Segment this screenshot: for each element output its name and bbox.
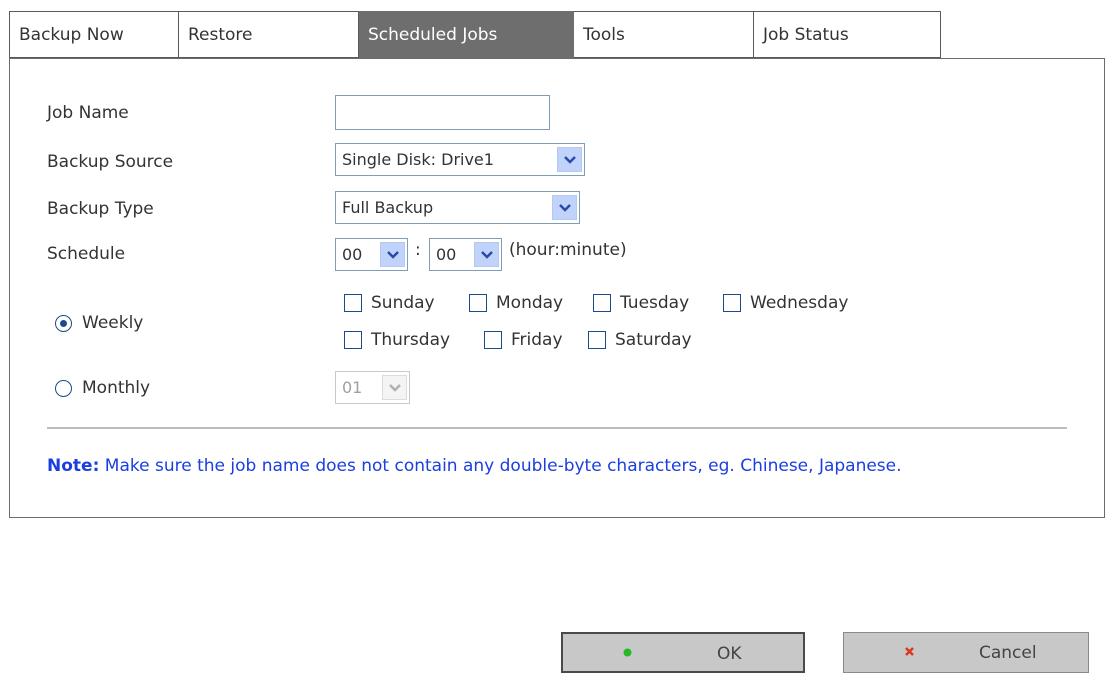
backup-source-select[interactable]: Single Disk: Drive1 [335, 143, 585, 176]
note-prefix: Note: [47, 456, 100, 476]
monthly-label: Monthly [82, 378, 151, 398]
minute-select[interactable]: 00 [429, 238, 502, 271]
cancel-button[interactable]: Cancel [843, 632, 1089, 673]
tab-restore[interactable]: Restore [179, 11, 359, 58]
checkbox-sunday[interactable]: Sunday [344, 293, 435, 313]
backup-type-label: Backup Type [47, 199, 154, 219]
monthly-radio[interactable]: Monthly [55, 378, 150, 398]
chevron-down-icon[interactable] [474, 242, 499, 267]
checkbox-box[interactable] [484, 331, 502, 349]
cancel-label: Cancel [979, 643, 1037, 663]
ok-button[interactable]: OK [561, 632, 805, 673]
monthly-day-value: 01 [342, 378, 363, 397]
job-name-label: Job Name [47, 103, 129, 123]
day-label: Saturday [615, 330, 692, 350]
section-divider [47, 427, 1067, 429]
tab-tools[interactable]: Tools [574, 11, 754, 58]
minute-value: 00 [436, 245, 457, 264]
checkbox-wednesday[interactable]: Wednesday [723, 293, 848, 313]
close-icon [904, 646, 915, 657]
checkbox-box[interactable] [593, 294, 611, 312]
day-label: Tuesday [620, 293, 690, 313]
tab-bar: Backup Now Restore Scheduled Jobs Tools … [9, 11, 941, 58]
checkbox-box[interactable] [723, 294, 741, 312]
tab-label: Restore [188, 24, 253, 45]
checkbox-thursday[interactable]: Thursday [344, 330, 450, 350]
chevron-down-icon[interactable] [380, 242, 405, 267]
time-separator: : [415, 240, 421, 260]
tab-scheduled-jobs[interactable]: Scheduled Jobs [359, 11, 574, 58]
tab-label: Backup Now [19, 24, 124, 45]
day-label: Monday [496, 293, 564, 313]
backup-source-label: Backup Source [47, 152, 174, 172]
backup-type-select[interactable]: Full Backup [335, 191, 580, 224]
day-label: Friday [511, 330, 563, 350]
scheduled-jobs-panel: Job Name Backup Source Single Disk: Driv… [9, 58, 1105, 518]
radio-circle[interactable] [55, 314, 72, 332]
hour-select[interactable]: 00 [335, 238, 408, 271]
checkbox-box[interactable] [344, 331, 362, 349]
backup-source-value: Single Disk: Drive1 [342, 150, 494, 169]
weekly-label: Weekly [82, 313, 144, 333]
tab-job-status[interactable]: Job Status [754, 11, 941, 58]
schedule-label: Schedule [47, 244, 126, 264]
tab-label: Scheduled Jobs [368, 24, 498, 45]
day-label: Sunday [371, 293, 435, 313]
backup-type-value: Full Backup [342, 198, 434, 217]
hour-value: 00 [342, 245, 363, 264]
green-dot-icon [623, 648, 632, 657]
day-label: Thursday [371, 330, 451, 350]
ok-label: OK [717, 644, 742, 664]
monthly-day-select: 01 [335, 371, 410, 404]
note-text: Note: Make sure the job name does not co… [47, 456, 902, 476]
checkbox-tuesday[interactable]: Tuesday [593, 293, 689, 313]
checkbox-box[interactable] [469, 294, 487, 312]
job-name-input[interactable] [335, 95, 550, 130]
day-label: Wednesday [750, 293, 849, 313]
radio-selected-dot [60, 319, 67, 327]
chevron-down-icon[interactable] [557, 147, 582, 172]
note-message: Make sure the job name does not contain … [104, 456, 902, 476]
tab-label: Job Status [763, 24, 849, 45]
checkbox-saturday[interactable]: Saturday [588, 330, 692, 350]
tab-backup-now[interactable]: Backup Now [9, 11, 179, 58]
checkbox-box[interactable] [588, 331, 606, 349]
checkbox-monday[interactable]: Monday [469, 293, 563, 313]
radio-circle[interactable] [55, 379, 72, 397]
chevron-down-icon [382, 375, 407, 400]
time-format-hint: (hour:minute) [509, 240, 627, 260]
checkbox-box[interactable] [344, 294, 362, 312]
checkbox-friday[interactable]: Friday [484, 330, 563, 350]
chevron-down-icon[interactable] [552, 195, 577, 220]
weekly-radio[interactable]: Weekly [55, 313, 143, 333]
tab-label: Tools [583, 24, 625, 45]
panel-top-border [10, 58, 1104, 59]
